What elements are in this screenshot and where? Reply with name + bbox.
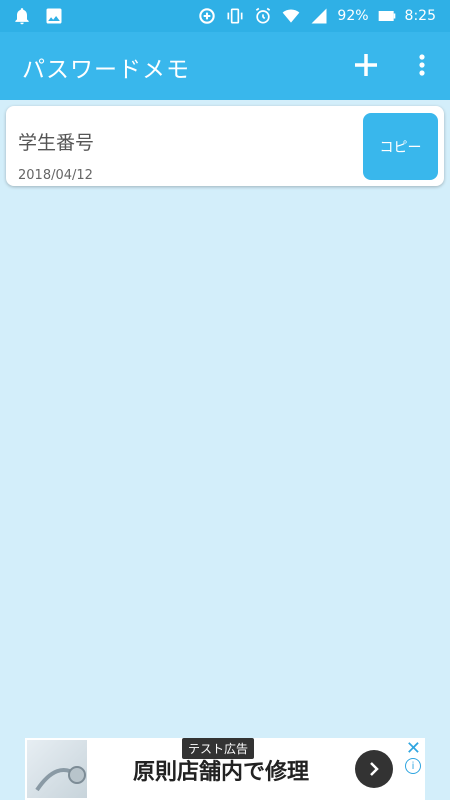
entry-title: 学生番号 [18, 132, 95, 154]
app-title: パスワードメモ [22, 57, 190, 83]
add-button[interactable] [351, 50, 381, 80]
alarm-icon [256, 7, 271, 24]
app-bar: パスワードメモ [0, 32, 450, 100]
data-saver-icon [199, 8, 216, 24]
copy-button[interactable]: コピー [363, 113, 438, 180]
image-icon [46, 8, 62, 24]
clock: 8:25 [404, 8, 436, 24]
chevron-right-icon [370, 762, 379, 776]
status-left-icons [12, 6, 64, 26]
entry-date: 2018/04/12 [18, 168, 93, 183]
password-entry-card[interactable]: 学生番号 2018/04/12 コピー [6, 106, 444, 186]
close-icon[interactable]: ✕ [406, 738, 421, 759]
battery-percentage: 92% [337, 8, 369, 24]
status-right-icons: 92% 8:25 [197, 6, 436, 26]
plus-icon [355, 54, 377, 76]
wifi-icon [283, 9, 300, 23]
overflow-menu-button[interactable] [410, 50, 434, 80]
ad-arrow-button[interactable] [355, 750, 393, 788]
status-bar: 92% 8:25 [0, 0, 450, 32]
more-vert-icon [419, 54, 425, 76]
ad-image [27, 740, 87, 798]
ad-text: 原則店舗内で修理 [133, 760, 310, 785]
signal-icon [311, 8, 327, 24]
battery-icon [378, 11, 395, 21]
bell-icon [15, 8, 29, 25]
vibrate-icon [227, 8, 243, 24]
stethoscope-image [35, 766, 86, 792]
info-icon[interactable]: i [405, 758, 421, 774]
ad-banner[interactable]: テスト広告 原則店舗内で修理 ✕ i [25, 738, 425, 800]
